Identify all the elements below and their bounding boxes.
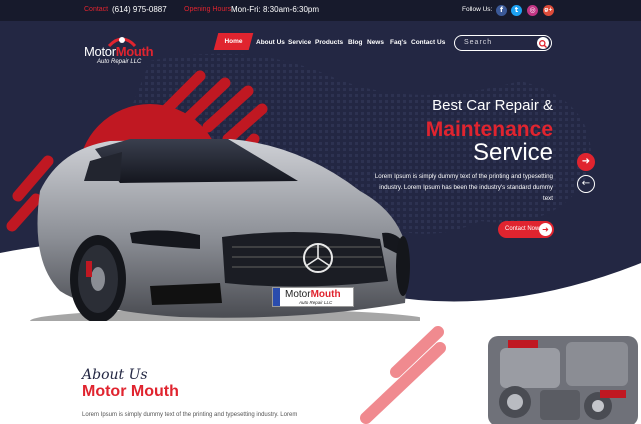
contact-now-button[interactable]: Contact Now ➜ [498, 221, 554, 238]
follow-label: Follow Us: [462, 6, 493, 13]
arrow-right-icon: ➜ [581, 156, 591, 167]
twitter-icon[interactable]: t [511, 5, 522, 16]
hero-section: MotorMouth Auto Repair LLC Home About Us… [0, 21, 641, 321]
car-image [30, 139, 420, 321]
instagram-icon[interactable]: ◎ [527, 5, 538, 16]
search-input[interactable]: Search [454, 35, 552, 51]
arrow-left-icon: ← [581, 178, 591, 189]
search-icon [539, 40, 547, 48]
top-bar: Contact (614) 975-0887 Opening Hours Mon… [0, 0, 641, 21]
contact-now-label: Contact Now [505, 226, 540, 232]
phone-number[interactable]: (614) 975-0887 [112, 5, 167, 14]
facebook-icon[interactable]: f [496, 5, 507, 16]
about-title: Motor Mouth [82, 383, 179, 400]
hero-heading-line1: Best Car Repair & [432, 97, 553, 114]
about-text: Lorem Ipsum is simply dummy text of the … [82, 412, 298, 418]
slider-next-button[interactable]: ➜ [577, 153, 595, 171]
opening-hours: Mon-Fri: 8:30am-6:30pm [231, 5, 320, 14]
slider-prev-button[interactable]: ← [577, 175, 595, 193]
search-button[interactable] [537, 37, 549, 49]
hero-description: Lorem Ipsum is simply dummy text of the … [374, 173, 553, 202]
contact-label: Contact [84, 6, 109, 13]
engine-image [488, 336, 638, 424]
hours-label: Opening Hours [184, 6, 232, 13]
hero-heading-line3: Service [472, 139, 553, 166]
about-us-script-heading: About Us [82, 367, 148, 383]
license-plate: MotorMouth Auto Repair LLC [272, 287, 354, 307]
arrow-right-icon: ➜ [539, 223, 552, 236]
google-plus-icon[interactable]: g+ [543, 5, 554, 16]
search-placeholder: Search [464, 39, 493, 46]
